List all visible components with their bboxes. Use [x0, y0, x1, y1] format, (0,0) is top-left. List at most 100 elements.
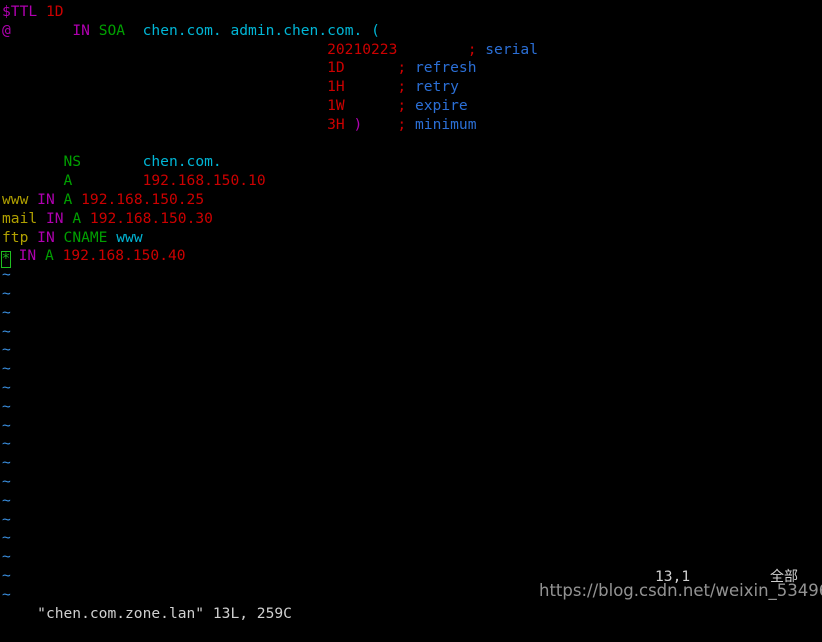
code-token: chen.com. admin.chen.com. (: [142, 21, 380, 39]
code-token: ): [353, 115, 363, 133]
empty-line-marker: ~: [2, 491, 11, 509]
editor-line[interactable]: www IN A 192.168.150.25: [0, 191, 822, 210]
empty-line-marker: ~: [2, 303, 11, 321]
code-token: 192.168.150.40: [62, 247, 186, 265]
code-token: SOA: [98, 21, 126, 39]
code-token: A: [72, 209, 82, 227]
code-token: A: [63, 190, 73, 208]
code-token: IN: [18, 247, 37, 265]
code-token: IN: [37, 190, 55, 208]
code-token: www: [2, 190, 29, 208]
vim-status-line: "chen.com.zone.lan" 13L, 259C: [0, 586, 822, 622]
code-token: 1W: [327, 96, 345, 114]
code-token: serial: [476, 40, 538, 58]
editor-line[interactable]: $TTL 1D: [0, 3, 822, 22]
empty-line-marker: ~: [2, 435, 11, 453]
editor-line[interactable]: 1D ; refresh: [0, 59, 822, 78]
empty-line-marker: ~: [2, 472, 11, 490]
editor-line[interactable]: @ IN SOA chen.com. admin.chen.com. (: [0, 22, 822, 41]
code-token: ;: [397, 96, 407, 114]
code-token: ftp: [2, 228, 29, 246]
code-token: retry: [406, 78, 459, 96]
empty-line-marker: ~: [2, 397, 11, 415]
editor-line[interactable]: 20210223 ; serial: [0, 41, 822, 60]
code-token: IN: [72, 21, 90, 39]
editor-line[interactable]: 1H ; retry: [0, 78, 822, 97]
code-token: 20210223: [327, 40, 398, 58]
vim-scroll-indicator: 全部: [770, 569, 798, 586]
code-token: CNAME: [63, 228, 108, 246]
status-file-info: "chen.com.zone.lan" 13L, 259C: [37, 604, 292, 622]
code-token: 1H: [327, 78, 345, 96]
terminal-window[interactable]: $TTL 1D @ IN SOA chen.com. admin.chen.com…: [0, 0, 822, 622]
empty-line-marker: ~: [2, 548, 11, 566]
editor-line[interactable]: 1W ; expire: [0, 97, 822, 116]
editor-line[interactable]: ftp IN CNAME www: [0, 229, 822, 248]
code-token: minimum: [406, 115, 477, 133]
code-token: 192.168.150.10: [142, 172, 266, 190]
code-token: 192.168.150.25: [81, 190, 205, 208]
empty-line-marker: ~: [2, 566, 11, 584]
empty-line-marker: ~: [2, 529, 11, 547]
code-token: ;: [397, 78, 407, 96]
vim-ruler-position: 13,1: [655, 568, 691, 586]
code-token: 3H: [327, 115, 345, 133]
code-token: ;: [397, 115, 407, 133]
code-token: IN: [37, 228, 55, 246]
editor-line[interactable]: [0, 135, 822, 154]
code-token: NS: [63, 153, 82, 171]
code-token: 192.168.150.30: [89, 209, 213, 227]
code-token: 1D: [327, 59, 345, 77]
code-token: expire: [406, 96, 468, 114]
code-token: ;: [397, 59, 407, 77]
code-token: A: [44, 247, 54, 265]
code-token: @: [2, 21, 11, 39]
code-token: refresh: [406, 59, 477, 77]
code-token: A: [63, 172, 73, 190]
empty-line-marker: ~: [2, 454, 11, 472]
code-token: 1D: [45, 3, 64, 20]
code-token: IN: [45, 209, 64, 227]
editor-line[interactable]: 3H ) ; minimum: [0, 116, 822, 135]
code-token: chen.com.: [142, 153, 222, 171]
editor-line[interactable]: mail IN A 192.168.150.30: [0, 210, 822, 229]
empty-line-marker: ~: [2, 416, 11, 434]
editor-line[interactable]: A 192.168.150.10: [0, 172, 822, 191]
empty-line-marker: ~: [2, 360, 11, 378]
editor-line[interactable]: * IN A 192.168.150.40: [0, 247, 822, 269]
vim-text-buffer[interactable]: $TTL 1D @ IN SOA chen.com. admin.chen.com…: [0, 3, 822, 605]
empty-line-marker: ~: [2, 510, 11, 528]
empty-line-marker: ~: [2, 378, 11, 396]
code-token: mail: [2, 209, 38, 227]
editor-line[interactable]: NS chen.com.: [0, 153, 822, 172]
empty-line-marker: ~: [2, 284, 11, 302]
